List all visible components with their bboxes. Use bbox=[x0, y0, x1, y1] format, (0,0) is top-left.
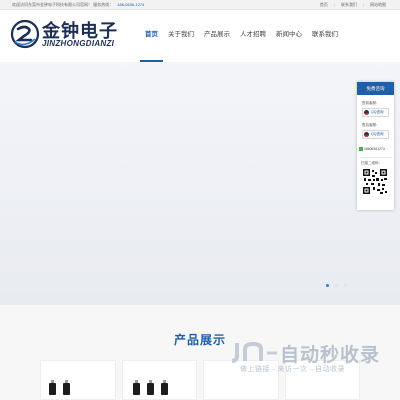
nav-item-about[interactable]: 关于我们 bbox=[163, 10, 199, 62]
divider: | bbox=[333, 2, 335, 7]
qr-code-icon bbox=[362, 168, 388, 195]
qq-icon bbox=[364, 110, 369, 115]
consult-phone-number: 18606361274 bbox=[364, 147, 385, 151]
qq-icon bbox=[364, 132, 369, 137]
hotline-number: 186-0636-1274 bbox=[117, 2, 145, 7]
product-image bbox=[49, 380, 56, 395]
consult-header: 免费咨询 bbox=[357, 82, 394, 95]
scan-qr-label: 扫描二维码： bbox=[361, 161, 382, 165]
phone-icon bbox=[359, 147, 363, 151]
nav-item-contact[interactable]: 联系我们 bbox=[307, 10, 343, 62]
nav-item-products[interactable]: 产品展示 bbox=[199, 10, 235, 62]
product-image bbox=[146, 380, 154, 395]
aftersale-qq-button[interactable]: QQ咨询 bbox=[362, 130, 389, 139]
nav-item-news[interactable]: 新闻中心 bbox=[271, 10, 307, 62]
top-bar-info: 欢迎访问东莞市金钟电子科技有限公司官网！ 服务热线： 186-0636-1274 bbox=[12, 0, 144, 9]
product-image bbox=[63, 380, 70, 395]
watermark: 自动秒收录 做上链接→来访一次→自动收录 bbox=[228, 338, 388, 374]
nav-item-home[interactable]: 首页 bbox=[140, 10, 163, 62]
aftersale-label: 售后客服： bbox=[362, 123, 380, 127]
qq-button-label: QQ咨询 bbox=[371, 110, 384, 114]
company-logo-icon[interactable] bbox=[10, 19, 40, 49]
qq-button-label: QQ咨询 bbox=[371, 132, 384, 136]
consult-phone: 18606361274 bbox=[359, 147, 394, 151]
product-image bbox=[160, 380, 168, 395]
divider: | bbox=[362, 2, 364, 7]
consult-float-panel: 免费咨询 售前客服： QQ咨询 售后客服： QQ咨询 18606361274 扫… bbox=[357, 82, 394, 210]
slider-dot[interactable] bbox=[326, 284, 329, 287]
presale-label: 售前客服： bbox=[362, 101, 380, 105]
product-card[interactable] bbox=[40, 360, 116, 400]
hotline-label: 服务热线： bbox=[93, 2, 114, 7]
slider-dot[interactable] bbox=[344, 284, 347, 287]
nav-item-jobs[interactable]: 人才招聘 bbox=[235, 10, 271, 62]
watermark-subtext: 做上链接→来访一次→自动收录 bbox=[240, 366, 345, 373]
main-nav: 首页 关于我们 产品展示 人才招聘 新闻中心 联系我们 bbox=[140, 10, 343, 62]
top-link-sitemap[interactable]: 网站地图 bbox=[368, 0, 388, 9]
watermark-text: 自动秒收录 bbox=[280, 345, 381, 366]
divider bbox=[360, 157, 391, 158]
presale-qq-button[interactable]: QQ咨询 bbox=[362, 108, 389, 117]
slider-dot[interactable] bbox=[335, 284, 338, 287]
watermark-logo-icon bbox=[231, 341, 277, 363]
top-links: 首页 | 联系我们 | 网站地图 bbox=[318, 0, 388, 9]
product-image bbox=[132, 380, 140, 395]
top-link-home[interactable]: 首页 bbox=[318, 0, 330, 9]
top-link-contact[interactable]: 联系我们 bbox=[339, 0, 359, 9]
hero-banner bbox=[0, 62, 400, 305]
brand-name-english: JINZHONGDIANZI bbox=[42, 39, 115, 48]
top-bar: 欢迎访问东莞市金钟电子科技有限公司官网！ 服务热线： 186-0636-1274… bbox=[0, 0, 400, 10]
welcome-text: 欢迎访问东莞市金钟电子科技有限公司官网！ bbox=[12, 2, 92, 7]
slider-pagination bbox=[326, 284, 347, 287]
product-card[interactable] bbox=[121, 360, 197, 400]
